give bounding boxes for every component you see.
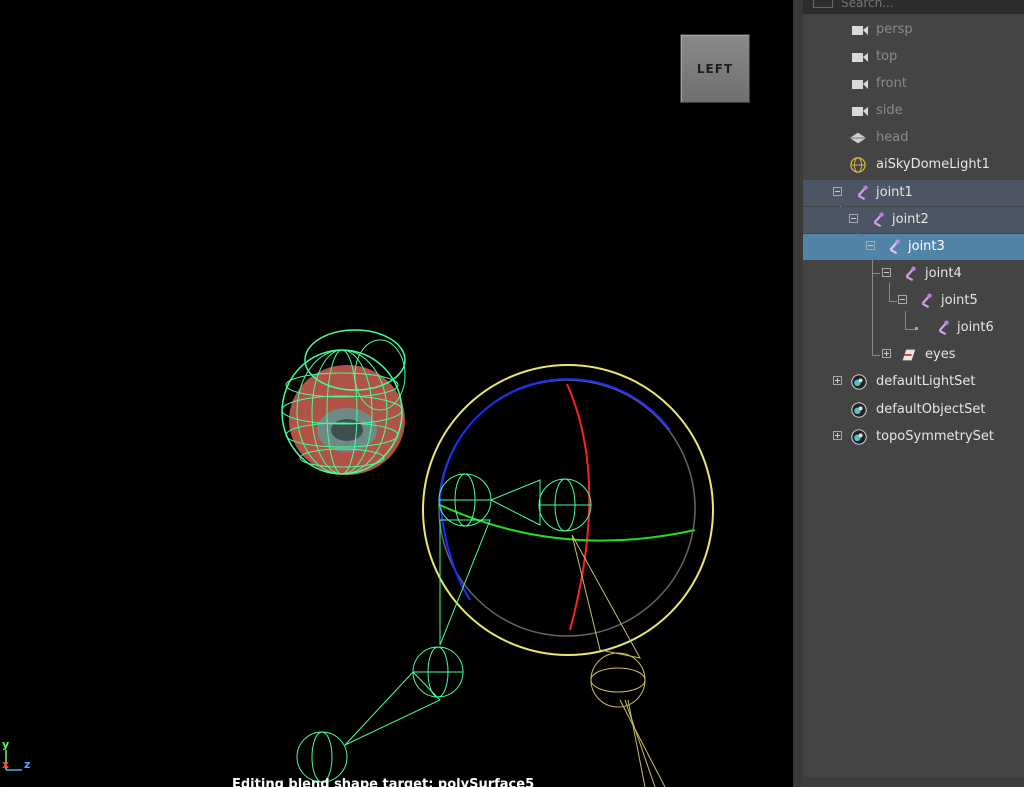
- eye-mesh[interactable]: [281, 329, 406, 475]
- camera-icon: [852, 80, 868, 89]
- status-message: Editing blend shape target: polySurface5: [232, 777, 535, 787]
- outliner-item-label: top: [876, 49, 898, 64]
- outliner-item-side[interactable]: side: [803, 98, 1024, 124]
- joint-chain-selected[interactable]: [571, 534, 666, 787]
- blendshape-icon: [902, 349, 916, 361]
- search-input[interactable]: [841, 0, 1021, 12]
- skydome-light-icon: [850, 157, 866, 173]
- axis-x-label: x: [2, 758, 10, 771]
- set-icon: [851, 374, 867, 390]
- outliner-item-label: defaultObjectSet: [876, 402, 986, 417]
- camera-icon: [852, 107, 868, 116]
- outliner-panel: persp top front side head aiSkyDomeLight…: [803, 0, 1024, 787]
- outliner-item-label: eyes: [925, 347, 956, 362]
- expand-toggle[interactable]: [833, 376, 842, 385]
- joint-icon: [938, 320, 949, 336]
- collapse-toggle[interactable]: [849, 214, 858, 223]
- joint-icon: [873, 212, 884, 228]
- outliner-item-label: topoSymmetrySet: [876, 429, 995, 444]
- outliner-item-defaultObjectSet[interactable]: defaultObjectSet: [803, 397, 1024, 423]
- outliner-item-label: joint1: [876, 185, 913, 200]
- axis-z-label: z: [24, 758, 31, 771]
- outliner-item-label: defaultLightSet: [876, 374, 976, 389]
- outliner-item-label: joint3: [908, 239, 945, 254]
- filter-icon[interactable]: [813, 0, 833, 8]
- viewport-3d[interactable]: LEFT y x z Editing blend shape target: p…: [0, 0, 793, 787]
- expand-toggle[interactable]: [833, 431, 842, 440]
- set-icon: [851, 402, 867, 418]
- outliner-item-label: persp: [876, 22, 913, 37]
- outliner-item-joint2[interactable]: joint2: [803, 207, 1024, 233]
- outliner-item-head[interactable]: head: [803, 125, 1024, 151]
- axis-y-label: y: [2, 738, 10, 751]
- outliner-item-joint3[interactable]: joint3: [803, 234, 1024, 260]
- outliner-item-label: side: [876, 103, 903, 118]
- outliner-item-persp[interactable]: persp: [803, 17, 1024, 43]
- collapse-toggle[interactable]: [898, 295, 907, 304]
- collapse-toggle[interactable]: [866, 241, 875, 250]
- joint-icon: [857, 185, 868, 201]
- outliner-search-bar: [803, 0, 1024, 14]
- collapse-toggle[interactable]: [882, 268, 891, 277]
- view-cube[interactable]: LEFT: [680, 34, 750, 103]
- viewport-scene: [5, 329, 714, 787]
- horizontal-scrollbar[interactable]: [803, 777, 1024, 787]
- joint-icon: [921, 293, 932, 309]
- outliner-item-joint1[interactable]: joint1: [803, 180, 1024, 206]
- joint-rotate-manipulator[interactable]: [422, 364, 714, 656]
- outliner-item-label: joint6: [957, 320, 994, 335]
- camera-icon: [852, 53, 868, 62]
- outliner-item-label: joint4: [925, 266, 962, 281]
- outliner-item-aiSkyDomeLight1[interactable]: aiSkyDomeLight1: [803, 152, 1024, 178]
- collapse-toggle[interactable]: [833, 187, 842, 196]
- camera-icon: [852, 26, 868, 35]
- expand-toggle[interactable]: [882, 349, 891, 358]
- outliner-item-top[interactable]: top: [803, 44, 1024, 70]
- joint-icon: [889, 239, 900, 255]
- outliner-item-label: front: [876, 76, 907, 91]
- outliner-item-defaultLightSet[interactable]: defaultLightSet: [803, 369, 1024, 395]
- leaf-dot: [915, 327, 918, 330]
- panel-splitter[interactable]: [793, 0, 803, 787]
- view-cube-label: LEFT: [696, 61, 734, 76]
- mesh-icon: [849, 132, 867, 144]
- outliner-item-label: joint2: [892, 212, 929, 227]
- joint-chain[interactable]: [296, 473, 592, 783]
- outliner-item-label: joint5: [941, 293, 978, 308]
- set-icon: [851, 429, 867, 445]
- outliner-item-label: head: [876, 130, 909, 145]
- outliner-item-joint6[interactable]: joint6: [803, 315, 1024, 341]
- outliner-item-front[interactable]: front: [803, 71, 1024, 97]
- outliner-item-eyes[interactable]: eyes: [803, 342, 1024, 368]
- outliner-item-label: aiSkyDomeLight1: [876, 157, 990, 172]
- outliner-item-topoSymmetrySet[interactable]: topoSymmetrySet: [803, 424, 1024, 450]
- outliner-item-joint5[interactable]: joint5: [803, 288, 1024, 314]
- outliner-item-joint4[interactable]: joint4: [803, 261, 1024, 287]
- joint-icon: [905, 266, 916, 282]
